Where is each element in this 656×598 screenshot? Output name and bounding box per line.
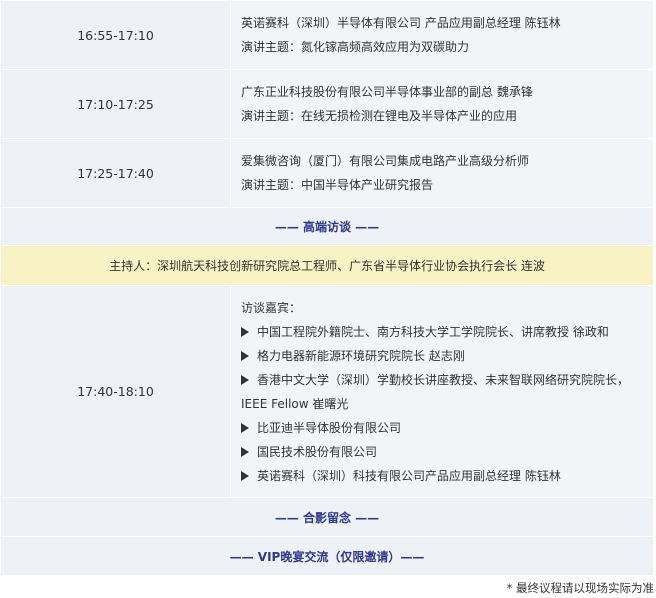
section-row-interview: —— 高端访谈 —— bbox=[0, 207, 654, 246]
guest-item: 香港中文大学（深圳）学勤校长讲座教授、未来智联网络研究院院长，IEEE Fell… bbox=[241, 372, 630, 411]
triangle-bullet-icon bbox=[241, 350, 249, 361]
session-detail: 英诺赛科（深圳）半导体有限公司 产品应用副总经理 陈钰林 演讲主题：氮化镓高频高… bbox=[230, 0, 654, 70]
interview-row: 17:40-18:10 访谈嘉宾： 中国工程院外籍院士、南方科技大学工学院院长、… bbox=[0, 285, 654, 498]
section-title: —— 合影留念 —— bbox=[0, 497, 654, 537]
speaker-line: 爱集微咨询（厦门）有限公司集成电路产业高级分析师 bbox=[241, 154, 530, 168]
session-row: 17:10-17:25 广东正业科技股份有限公司半导体事业部的副总 魏承锋 演讲… bbox=[0, 69, 654, 139]
section-row-vip: —— VIP晚宴交流（仅限邀请）—— bbox=[0, 536, 654, 576]
triangle-bullet-icon bbox=[241, 470, 249, 481]
topic-line: 演讲主题：氮化镓高频高效应用为双碳助力 bbox=[241, 40, 470, 54]
agenda-table: 16:55-17:10 英诺赛科（深圳）半导体有限公司 产品应用副总经理 陈钰林… bbox=[0, 0, 654, 576]
guest-item: 国民技术股份有限公司 bbox=[241, 440, 643, 464]
section-row-photo: —— 合影留念 —— bbox=[0, 497, 654, 537]
session-time: 17:25-17:40 bbox=[0, 138, 231, 208]
guest-item: 中国工程院外籍院士、南方科技大学工学院院长、讲席教授 徐政和 bbox=[241, 320, 643, 344]
section-title: —— VIP晚宴交流（仅限邀请）—— bbox=[0, 536, 654, 576]
interview-detail: 访谈嘉宾： 中国工程院外籍院士、南方科技大学工学院院长、讲席教授 徐政和 格力电… bbox=[230, 285, 654, 498]
triangle-bullet-icon bbox=[241, 326, 249, 337]
section-title: —— 高端访谈 —— bbox=[0, 207, 654, 246]
host-text: 主持人：深圳航天科技创新研究院总工程师、广东省半导体行业协会执行会长 连波 bbox=[0, 245, 654, 286]
session-row: 16:55-17:10 英诺赛科（深圳）半导体有限公司 产品应用副总经理 陈钰林… bbox=[0, 0, 654, 70]
session-row: 17:25-17:40 爱集微咨询（厦门）有限公司集成电路产业高级分析师 演讲主… bbox=[0, 138, 654, 208]
triangle-bullet-icon bbox=[241, 446, 249, 457]
session-detail: 爱集微咨询（厦门）有限公司集成电路产业高级分析师 演讲主题：中国半导体产业研究报… bbox=[230, 138, 654, 208]
triangle-bullet-icon bbox=[241, 422, 249, 433]
session-time: 16:55-17:10 bbox=[0, 0, 231, 70]
triangle-bullet-icon bbox=[241, 374, 249, 385]
guest-item: 比亚迪半导体股份有限公司 bbox=[241, 416, 643, 440]
footnote: * 最终议程请以现场实际为准 bbox=[506, 581, 654, 595]
interview-time: 17:40-18:10 bbox=[0, 285, 231, 498]
topic-line: 演讲主题：中国半导体产业研究报告 bbox=[241, 178, 434, 192]
topic-line: 演讲主题：在线无损检测在锂电及半导体产业的应用 bbox=[241, 109, 518, 123]
speaker-line: 英诺赛科（深圳）半导体有限公司 产品应用副总经理 陈钰林 bbox=[241, 16, 561, 30]
host-row: 主持人：深圳航天科技创新研究院总工程师、广东省半导体行业协会执行会长 连波 bbox=[0, 245, 654, 286]
guests-heading: 访谈嘉宾： bbox=[241, 300, 302, 315]
guest-item: 格力电器新能源环境研究院院长 赵志刚 bbox=[241, 344, 643, 368]
guest-item: 英诺赛科（深圳）科技有限公司产品应用副总经理 陈钰林 bbox=[241, 464, 643, 488]
session-time: 17:10-17:25 bbox=[0, 69, 231, 139]
speaker-line: 广东正业科技股份有限公司半导体事业部的副总 魏承锋 bbox=[241, 85, 533, 99]
session-detail: 广东正业科技股份有限公司半导体事业部的副总 魏承锋 演讲主题：在线无损检测在锂电… bbox=[230, 69, 654, 139]
